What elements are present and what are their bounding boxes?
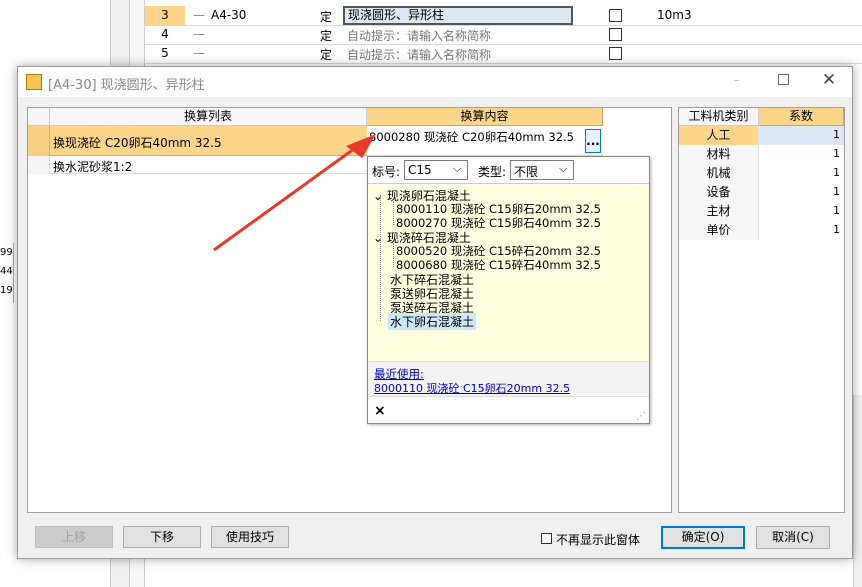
list-item-label: 换水泥砂浆1:2 [53,160,133,174]
coef-value[interactable]: 1 [759,164,844,183]
row-type: 定 [320,48,333,62]
row-unit: 10m3 [657,8,692,22]
coef-row[interactable]: 材料 1 [679,145,844,164]
ellipsis-button[interactable]: ... [585,129,601,153]
row-number: 4 [161,27,169,41]
usage-tips-button[interactable]: 使用技巧 [211,526,289,548]
coef-header-value: 系数 [759,108,844,126]
table-row[interactable]: 5 — 定 自动提示：请输入名称简称 [145,44,862,64]
coef-category: 单价 [679,221,759,240]
content-cell[interactable]: 8000280 现浇砼 C20卵石40mm 32.5 ... [367,126,603,156]
chevron-down-icon: ⌵ [559,162,568,175]
coef-value[interactable]: 1 [759,202,844,221]
material-popup: 标号: C15 ⌵ 类型: 不限 ⌵ ⌄ 现浇卵石混凝土 8000110 现浇砼… [367,156,650,424]
coef-category: 主材 [679,202,759,221]
coef-row[interactable]: 单价 1 [679,221,844,240]
resize-grip-icon[interactable]: ⋰ [636,411,646,422]
no-show-label: 不再显示此窗体 [556,533,641,547]
collapse-icon[interactable]: ⌄ [373,231,383,245]
chevron-down-icon: ⌵ [453,162,462,175]
type-label: 类型: [478,165,507,179]
coef-header-category: 工料机类别 [679,108,759,126]
coef-row[interactable]: 人工 1 [679,126,844,145]
dialog-title: [A4-30] 现浇圆形、异形柱 [48,78,205,93]
row-name-editing[interactable]: 现浇圆形、异形柱 [343,6,573,25]
recent-section: 最近使用: 8000110 现浇砼 C15卵石20mm 32.5 [368,361,649,397]
row-checkbox[interactable] [609,9,622,22]
coef-row[interactable]: 机械 1 [679,164,844,183]
minimize-icon[interactable]: – [730,73,744,87]
row-code: A4-30 [211,8,247,22]
row-type: 定 [320,10,333,24]
coef-row[interactable]: 设备 1 [679,183,844,202]
app-icon [26,74,42,90]
red-arrow-annotation [213,134,376,252]
dialog-titlebar[interactable]: [A4-30] 现浇圆形、异形柱 – ✕ [18,67,852,97]
no-show-checkbox[interactable] [541,533,552,544]
coef-category: 人工 [679,126,759,145]
row-name: 自动提示：请输入名称简称 [347,48,492,62]
move-down-button[interactable]: 下移 [123,526,201,548]
table-row[interactable]: 4 — 定 自动提示：请输入名称简称 [145,25,862,45]
list-header: 换算列表 [50,108,367,126]
row-checkbox[interactable] [609,28,622,41]
row-type: 定 [320,29,333,43]
coef-category: 材料 [679,145,759,164]
grade-label: 标号: [372,165,401,179]
row-checkbox[interactable] [609,47,622,60]
list-item-label: 换现浇砼 C20卵石40mm 32.5 [53,136,222,150]
recent-item-link[interactable]: 8000110 现浇砼 C15卵石20mm 32.5 [374,380,570,396]
coefficient-panel: 工料机类别 系数 人工 1 材料 1 机械 1 设备 1 主材 1 单价 1 [678,107,845,513]
coef-category: 机械 [679,164,759,183]
content-header: 换算内容 [367,108,603,126]
content-value: 8000280 现浇砼 C20卵石40mm 32.5 [369,130,574,144]
coef-value[interactable]: 1 [759,183,844,202]
ok-button[interactable]: 确定(O) [661,526,745,549]
tree-group-selected[interactable]: 水下卵石混凝土 [388,313,477,330]
collapse-icon[interactable]: ⌄ [373,189,383,203]
row-number: 5 [161,46,169,60]
material-tree: ⌄ 现浇卵石混凝土 8000110 现浇砼 C15卵石20mm 32.5 800… [368,185,649,361]
grade-select[interactable]: C15 ⌵ [404,160,468,180]
right-scrollbar[interactable] [853,395,862,587]
row-name: 自动提示：请输入名称简称 [347,29,492,43]
coef-value[interactable]: 1 [759,126,844,145]
popup-filter-bar: 标号: C15 ⌵ 类型: 不限 ⌵ [368,157,649,184]
corner-cell [28,108,50,126]
cancel-button[interactable]: 取消(C) [756,526,830,549]
close-icon[interactable]: ✕ [821,70,837,90]
table-row[interactable]: 3 — A4-30 定 现浇圆形、异形柱 10m3 [145,6,862,26]
coef-row[interactable]: 主材 1 [679,202,844,221]
conversion-dialog: [A4-30] 现浇圆形、异形柱 – ✕ 换算列表 换算内容 换现浇砼 C20卵… [17,66,853,559]
type-select[interactable]: 不限 ⌵ [510,160,574,180]
coef-value[interactable]: 1 [759,145,844,164]
coef-category: 设备 [679,183,759,202]
coef-value[interactable]: 1 [759,221,844,240]
row-number: 3 [145,6,185,25]
left-values: 99 44 19 [0,243,14,303]
popup-close-icon[interactable]: × [374,403,386,419]
maximize-icon[interactable] [778,74,789,85]
move-up-button[interactable]: 上移 [35,526,113,548]
